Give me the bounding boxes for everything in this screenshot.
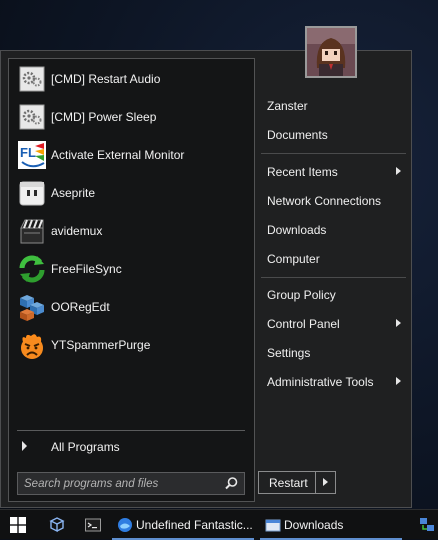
- registry-cubes-icon: [20, 295, 44, 321]
- right-item-user[interactable]: Zanster: [259, 93, 409, 119]
- clapperboard-icon: [20, 219, 44, 244]
- all-programs-divider: [17, 430, 245, 431]
- all-programs-label: All Programs: [51, 440, 120, 454]
- program-label: [CMD] Restart Audio: [51, 72, 161, 86]
- search-icon[interactable]: [224, 476, 239, 491]
- taskbar-window-label: Undefined Fantastic...: [136, 518, 253, 532]
- program-label: Activate External Monitor: [51, 148, 185, 162]
- aseprite-icon: [19, 181, 45, 206]
- chevron-right-icon: [323, 478, 328, 486]
- folder-window-icon: [265, 519, 281, 532]
- program-item[interactable]: Aseprite: [9, 175, 254, 213]
- program-label: avidemux: [51, 224, 103, 238]
- program-label: FreeFileSync: [51, 262, 122, 276]
- program-label: [CMD] Power Sleep: [51, 110, 157, 124]
- chevron-right-icon: [396, 167, 401, 175]
- svg-text:FL: FL: [20, 145, 36, 160]
- taskbar-window-downloads[interactable]: Downloads: [260, 510, 402, 540]
- right-item-control-panel[interactable]: Control Panel: [259, 311, 409, 337]
- all-programs-button[interactable]: All Programs: [13, 435, 249, 459]
- program-item[interactable]: avidemux: [9, 213, 254, 251]
- right-item-documents[interactable]: Documents: [259, 122, 409, 148]
- start-button[interactable]: [0, 510, 36, 540]
- chevron-right-icon: [396, 319, 401, 327]
- right-item-label: Documents: [267, 128, 328, 142]
- right-item-computer[interactable]: Computer: [259, 246, 409, 272]
- taskbar-app-terminal[interactable]: [78, 510, 108, 540]
- shutdown-group: Restart: [258, 471, 336, 494]
- restart-label: Restart: [269, 476, 308, 490]
- program-item[interactable]: YTSpammerPurge: [9, 327, 254, 365]
- angry-emoji-icon: [21, 334, 43, 359]
- right-item-label: Network Connections: [267, 194, 382, 208]
- right-item-label: Downloads: [267, 223, 327, 237]
- program-label: OORegEdt: [51, 300, 110, 314]
- programs-panel: [CMD] Restart Audio [CMD] Power Sleep FL: [8, 58, 255, 502]
- taskbar-window-browser[interactable]: Undefined Fantastic...: [112, 510, 254, 540]
- right-divider: [261, 277, 406, 278]
- right-divider: [261, 153, 406, 154]
- flow-launcher-icon: FL: [18, 141, 46, 169]
- terminal-icon: [85, 518, 101, 532]
- right-item-administrative-tools[interactable]: Administrative Tools: [259, 369, 409, 395]
- right-item-label: Computer: [267, 252, 320, 266]
- start-menu: [CMD] Restart Audio [CMD] Power Sleep FL: [0, 50, 412, 508]
- right-item-label: Administrative Tools: [267, 375, 374, 389]
- right-item-label: Zanster: [267, 99, 308, 113]
- program-item[interactable]: FL Activate External Monitor: [9, 137, 254, 175]
- program-item[interactable]: FreeFileSync: [9, 251, 254, 289]
- program-item[interactable]: OORegEdt: [9, 289, 254, 327]
- chevron-right-icon: [396, 377, 401, 385]
- cmd-gears-icon: [19, 66, 45, 92]
- taskbar: Undefined Fantastic... Downloads: [0, 509, 438, 540]
- cube-icon: [49, 517, 65, 533]
- search-input[interactable]: [24, 476, 214, 491]
- program-item[interactable]: [CMD] Restart Audio: [9, 61, 254, 99]
- sync-arrows-icon: [19, 255, 45, 283]
- right-item-network-connections[interactable]: Network Connections: [259, 188, 409, 214]
- restart-button[interactable]: Restart: [259, 472, 315, 493]
- cmd-gears-icon: [19, 104, 45, 130]
- program-label: Aseprite: [51, 186, 96, 200]
- windows-start-icon: [10, 517, 26, 533]
- tray-network[interactable]: [416, 510, 438, 540]
- program-label: YTSpammerPurge: [51, 338, 151, 352]
- avatar-picture-icon: [307, 28, 355, 76]
- shutdown-options-button[interactable]: [316, 472, 335, 493]
- taskbar-app-cube[interactable]: [42, 510, 72, 540]
- right-item-label: Settings: [267, 346, 311, 360]
- right-item-recent-items[interactable]: Recent Items: [259, 159, 409, 185]
- network-tray-icon: [420, 518, 434, 531]
- program-item[interactable]: [CMD] Power Sleep: [9, 99, 254, 137]
- taskbar-window-label: Downloads: [284, 518, 344, 532]
- user-avatar[interactable]: [305, 26, 357, 78]
- right-item-settings[interactable]: Settings: [259, 340, 409, 366]
- right-item-label: Control Panel: [267, 317, 340, 331]
- right-item-downloads[interactable]: Downloads: [259, 217, 409, 243]
- browser-icon: [118, 518, 132, 532]
- right-item-label: Recent Items: [267, 165, 338, 179]
- chevron-right-icon: [22, 441, 27, 451]
- search-box: [17, 472, 245, 495]
- right-item-group-policy[interactable]: Group Policy: [259, 282, 409, 308]
- right-item-label: Group Policy: [267, 288, 336, 302]
- desktop: [CMD] Restart Audio [CMD] Power Sleep FL: [0, 0, 438, 540]
